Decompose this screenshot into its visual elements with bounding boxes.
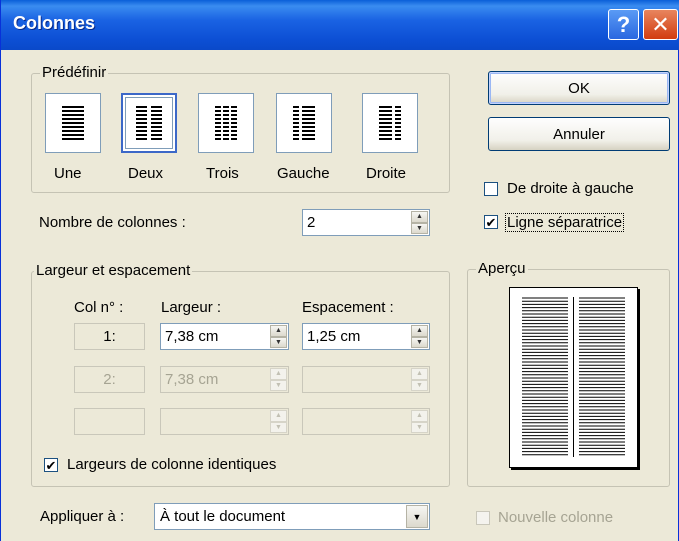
preset-one-label[interactable]: Une	[54, 165, 82, 182]
width-field-2[interactable]: 7,38 cm ▲ ▼	[160, 366, 289, 393]
help-icon: ?	[616, 11, 631, 37]
spin-up-icon[interactable]: ▲	[411, 325, 428, 337]
column-count-spin-buttons[interactable]: ▲ ▼	[411, 211, 428, 234]
width-spacing-group-label: Largeur et espacement	[34, 262, 193, 279]
spin-down-icon[interactable]: ▼	[270, 379, 287, 391]
checkmark-icon: ✔	[45, 457, 57, 473]
apply-to-label: Appliquer à :	[40, 508, 125, 525]
preset-three-button[interactable]	[198, 93, 254, 153]
preset-right-label[interactable]: Droite	[366, 165, 406, 182]
col-number-header: Col n° :	[74, 299, 124, 316]
spacing-field-1-value[interactable]: 1,25 cm	[307, 328, 360, 345]
preset-one-button[interactable]	[45, 93, 101, 153]
spin-up-icon[interactable]: ▲	[270, 410, 287, 422]
spin-down-icon[interactable]: ▼	[411, 336, 428, 348]
spin-down-icon[interactable]: ▼	[270, 421, 287, 433]
col-number-1: 1:	[74, 323, 145, 350]
width-field-1-value[interactable]: 7,38 cm	[165, 328, 218, 345]
help-button[interactable]: ?	[608, 9, 639, 40]
spin-up-icon[interactable]: ▲	[411, 410, 428, 422]
column-count-value[interactable]: 2	[307, 214, 315, 231]
chevron-down-icon[interactable]: ▼	[406, 505, 428, 528]
column-count-label: Nombre de colonnes :	[39, 214, 186, 231]
cancel-button[interactable]: Annuler	[488, 117, 670, 151]
col-number-2: 2:	[74, 366, 145, 393]
preset-left-button[interactable]	[276, 93, 332, 153]
spin-up-icon[interactable]: ▲	[270, 325, 287, 337]
equal-widths-label[interactable]: Largeurs de colonne identiques	[67, 456, 276, 473]
left-column-icon	[293, 106, 315, 140]
spacing-field-1[interactable]: 1,25 cm ▲ ▼	[302, 323, 430, 350]
three-columns-icon	[215, 106, 237, 140]
close-button[interactable]: ✕	[643, 9, 678, 40]
title-bar[interactable]: Colonnes ? ✕	[1, 0, 679, 50]
col-number-2-value: 2:	[103, 371, 116, 388]
rtl-checkbox[interactable]	[484, 182, 498, 196]
width-field-2-value[interactable]: 7,38 cm	[165, 371, 218, 388]
width-field-2-spin[interactable]: ▲ ▼	[270, 368, 287, 391]
width-header: Largeur :	[161, 299, 222, 316]
width-field-3[interactable]: ▲ ▼	[160, 408, 289, 435]
close-icon: ✕	[651, 11, 670, 37]
preset-two-label[interactable]: Deux	[128, 165, 163, 182]
ok-button-label: OK	[568, 79, 590, 97]
right-column-icon	[379, 106, 401, 140]
two-columns-icon	[136, 106, 162, 140]
preset-left-label[interactable]: Gauche	[277, 165, 330, 182]
spacing-field-3[interactable]: ▲ ▼	[302, 408, 430, 435]
new-column-checkbox[interactable]	[476, 511, 490, 525]
spin-down-icon[interactable]: ▼	[411, 222, 428, 234]
apply-to-value[interactable]: À tout le document	[160, 508, 285, 525]
spin-down-icon[interactable]: ▼	[411, 421, 428, 433]
spacing-field-3-spin[interactable]: ▲ ▼	[411, 410, 428, 433]
spin-down-icon[interactable]: ▼	[411, 379, 428, 391]
spin-down-icon[interactable]: ▼	[270, 336, 287, 348]
preview-group-label: Aperçu	[476, 260, 528, 277]
checkmark-icon: ✔	[485, 214, 497, 230]
preset-two-button[interactable]	[121, 93, 177, 153]
apply-to-dropdown[interactable]: À tout le document ▼	[154, 503, 430, 530]
preset-right-button[interactable]	[362, 93, 418, 153]
preview-page	[509, 287, 638, 468]
width-field-3-spin[interactable]: ▲ ▼	[270, 410, 287, 433]
preset-three-label[interactable]: Trois	[206, 165, 239, 182]
one-column-icon	[62, 106, 84, 140]
spin-up-icon[interactable]: ▲	[411, 368, 428, 380]
separator-label[interactable]: Ligne séparatrice	[505, 213, 625, 232]
spacing-field-2[interactable]: ▲ ▼	[302, 366, 430, 393]
spacing-field-2-spin[interactable]: ▲ ▼	[411, 368, 428, 391]
separator-checkbox[interactable]: ✔	[484, 215, 498, 229]
col-number-1-value: 1:	[103, 328, 116, 345]
spacing-header: Espacement :	[302, 299, 394, 316]
presets-group-label: Prédéfinir	[40, 64, 109, 81]
preview-two-columns-icon	[522, 297, 625, 457]
width-field-1-spin[interactable]: ▲ ▼	[270, 325, 287, 348]
cancel-button-label: Annuler	[553, 125, 605, 143]
equal-widths-checkbox[interactable]: ✔	[44, 458, 58, 472]
spin-up-icon[interactable]: ▲	[411, 211, 428, 223]
spacing-field-1-spin[interactable]: ▲ ▼	[411, 325, 428, 348]
new-column-label[interactable]: Nouvelle colonne	[498, 509, 613, 526]
column-count-spinner[interactable]: 2 ▲ ▼	[302, 209, 430, 236]
ok-button[interactable]: OK	[488, 71, 670, 105]
columns-dialog: Colonnes ? ✕ Prédéfinir Une Deux Trois G…	[0, 0, 679, 541]
spin-up-icon[interactable]: ▲	[270, 368, 287, 380]
window-title: Colonnes	[13, 13, 96, 33]
rtl-label[interactable]: De droite à gauche	[507, 180, 634, 197]
width-field-1[interactable]: 7,38 cm ▲ ▼	[160, 323, 289, 350]
col-number-3	[74, 408, 145, 435]
